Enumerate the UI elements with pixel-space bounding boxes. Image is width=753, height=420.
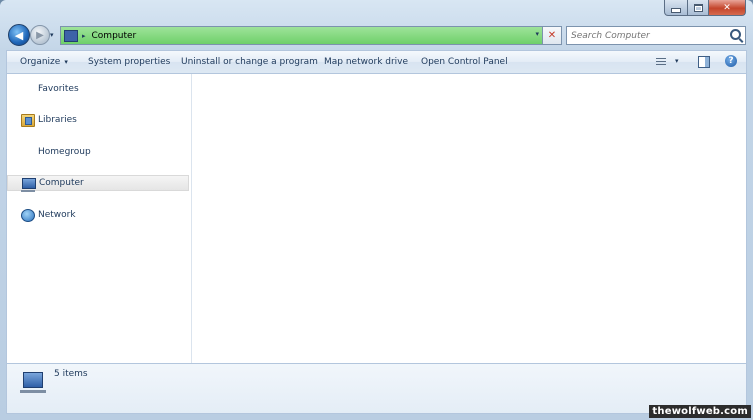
nav-item-favorites[interactable]: Favorites [7, 81, 189, 97]
address-stop-button[interactable]: ✕ [542, 27, 561, 44]
forward-arrow-icon: ▶ [36, 29, 44, 41]
nav-item-computer[interactable]: Computer [7, 175, 189, 192]
help-icon[interactable]: ? [725, 55, 737, 67]
computer-details-icon [20, 372, 46, 393]
maximize-button[interactable] [688, 0, 709, 16]
file-list-pane[interactable] [192, 74, 746, 363]
uninstall-program-label: Uninstall or change a program [181, 57, 318, 67]
uninstall-program-button[interactable]: Uninstall or change a program [181, 57, 318, 67]
content-frame: Favorites Libraries Homegroup Computer N… [6, 74, 747, 363]
watermark: thewolfweb.com [649, 405, 751, 418]
computer-icon [21, 177, 36, 192]
preview-pane-icon[interactable] [698, 56, 710, 68]
organize-label: Organize [20, 57, 61, 67]
explorer-window: ✕ ◀ ▶ ▾ ▸ Computer ▾ ✕ Organize▾ [0, 0, 753, 420]
back-arrow-icon: ◀ [14, 28, 24, 42]
search-box[interactable] [566, 26, 746, 45]
minimize-icon [671, 7, 681, 13]
nav-item-label: Computer [39, 178, 84, 188]
minimize-button[interactable] [664, 0, 688, 16]
nav-item-libraries[interactable]: Libraries [7, 112, 189, 128]
back-button[interactable]: ◀ [8, 24, 30, 46]
nav-item-label: Libraries [38, 115, 77, 125]
open-control-panel-button[interactable]: Open Control Panel [421, 57, 508, 67]
nav-item-network[interactable]: Network [7, 207, 189, 223]
forward-button[interactable]: ▶ [30, 25, 50, 45]
search-input[interactable] [571, 30, 721, 41]
nav-item-label: Network [38, 210, 76, 220]
computer-location-icon [64, 29, 78, 42]
navigation-pane: Favorites Libraries Homegroup Computer N… [7, 74, 192, 363]
map-network-drive-label: Map network drive [324, 57, 409, 67]
system-properties-label: System properties [88, 57, 171, 67]
close-icon: ✕ [723, 2, 731, 13]
map-network-drive-button[interactable]: Map network drive [324, 57, 408, 67]
network-icon [21, 208, 35, 222]
breadcrumb-separator-icon[interactable]: ▸ [82, 32, 86, 40]
libraries-icon [21, 113, 35, 127]
stop-icon: ✕ [547, 30, 557, 41]
close-button[interactable]: ✕ [709, 0, 746, 16]
change-view-icon[interactable] [656, 58, 666, 66]
address-bar[interactable]: ▸ Computer ▾ ✕ [60, 26, 562, 45]
details-pane: 5 items [6, 363, 747, 414]
view-dropdown-icon[interactable]: ▾ [675, 57, 679, 65]
address-dropdown-icon[interactable]: ▾ [535, 30, 539, 38]
recent-pages-button[interactable]: ▾ [50, 31, 54, 39]
organize-dropdown-icon: ▾ [64, 58, 68, 66]
maximize-icon [693, 3, 703, 12]
open-control-panel-label: Open Control Panel [421, 57, 508, 67]
nav-item-homegroup[interactable]: Homegroup [7, 144, 189, 160]
system-properties-button[interactable]: System properties [88, 57, 170, 67]
breadcrumb-computer[interactable]: Computer [92, 31, 137, 41]
nav-item-label: Homegroup [38, 147, 91, 157]
organize-button[interactable]: Organize ▾ [20, 57, 68, 67]
navigation-row: ◀ ▶ ▾ ▸ Computer ▾ ✕ [0, 22, 753, 48]
nav-item-label: Favorites [38, 84, 79, 94]
command-bar: Organize ▾ System properties Uninstall or… [6, 50, 747, 74]
item-count: 5 items [54, 369, 88, 379]
caption-buttons: ✕ [664, 0, 746, 16]
search-icon[interactable] [730, 29, 741, 40]
